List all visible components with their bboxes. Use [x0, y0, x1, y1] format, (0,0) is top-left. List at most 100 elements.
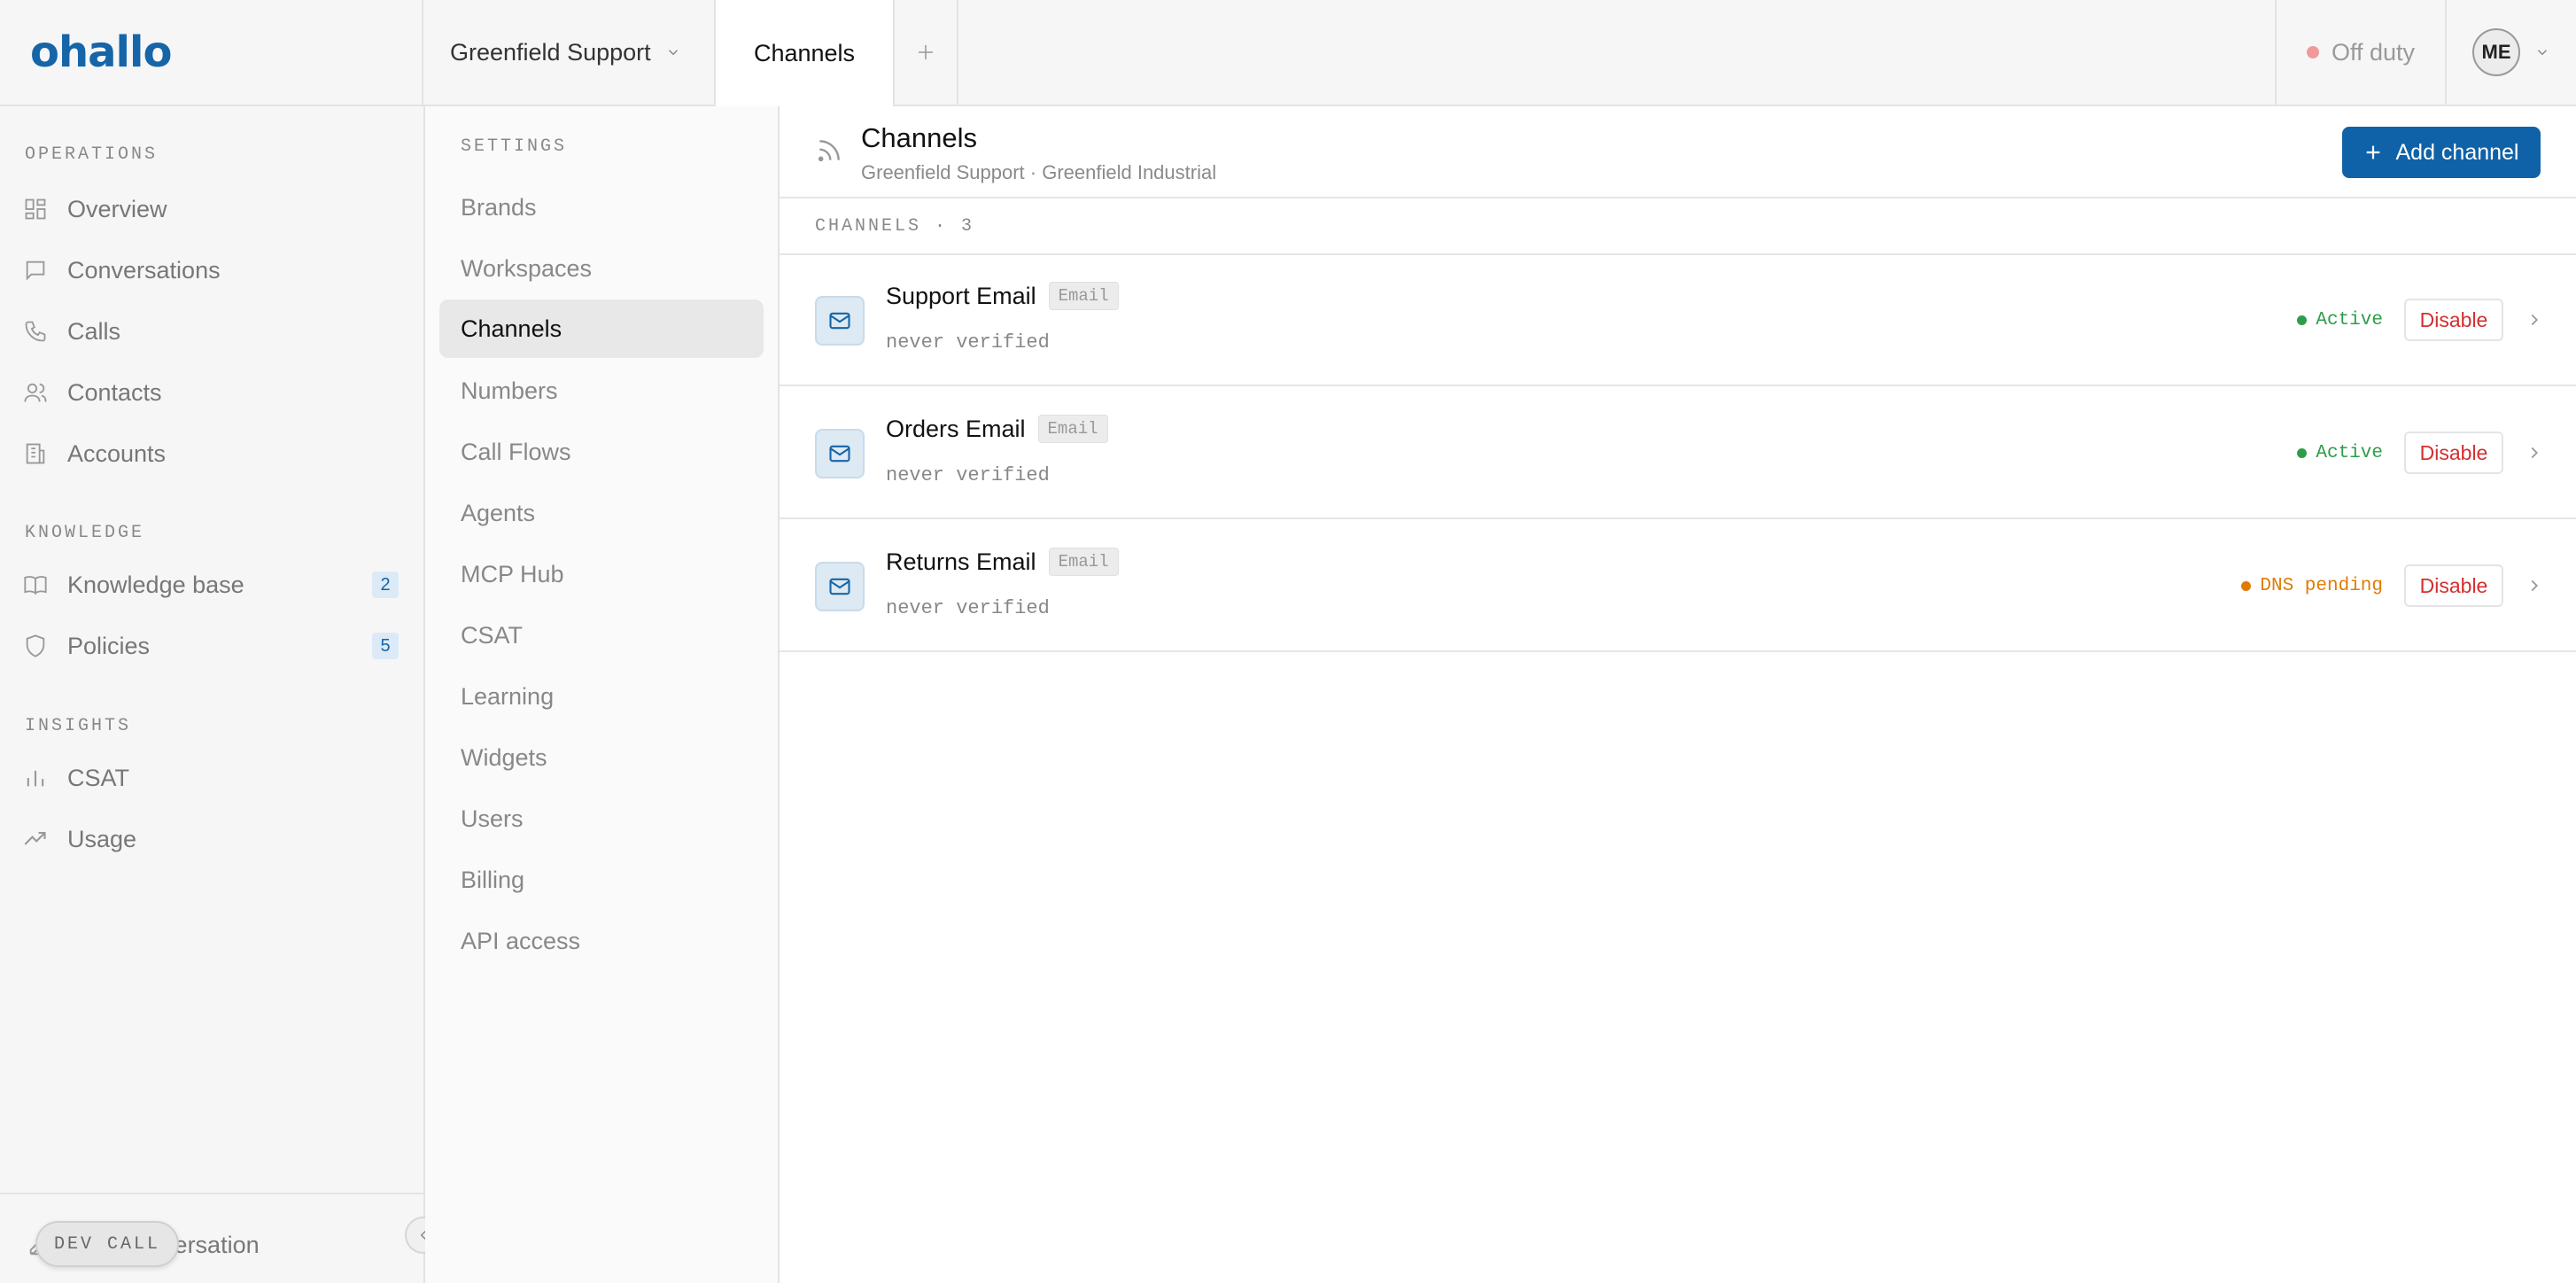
settings-item-agents[interactable]: Agents [439, 484, 764, 542]
row-actions: Active Disable [2297, 431, 2544, 475]
page-title: Channels [861, 122, 977, 153]
sidebar-item-calls[interactable]: Calls [23, 308, 399, 354]
mail-icon [815, 562, 865, 611]
settings-item-billing[interactable]: Billing [439, 851, 764, 909]
sidebar-footer: New conversation DEV CALL [0, 1193, 423, 1283]
sidebar-item-overview[interactable]: Overview [23, 186, 399, 232]
verification-status: never verified [886, 597, 1050, 619]
page-header: Channels Greenfield Support · Greenfield… [780, 106, 2576, 198]
workspace-selector[interactable]: Greenfield Support [423, 0, 716, 105]
chevron-down-icon [2537, 50, 2548, 56]
trend-icon [24, 831, 46, 845]
sidebar-item-label: Usage [67, 825, 137, 852]
status-label: DNS pending [2260, 575, 2383, 596]
settings-item-numbers[interactable]: Numbers [439, 362, 764, 420]
channel-name: Support Email [886, 282, 1036, 309]
logo-area: ohallo [0, 0, 423, 105]
sidebar-item-label: Conversations [67, 256, 221, 284]
top-bar-spacer [958, 0, 2275, 105]
building-icon [26, 443, 45, 464]
sidebar-item-label: Contacts [67, 378, 162, 406]
tab-label: Channels [753, 39, 856, 66]
status-label: Active [2316, 309, 2383, 330]
sidebar-item-knowledge-base[interactable]: Knowledge base 2 [23, 562, 399, 608]
chat-icon [26, 260, 45, 281]
row-actions: Active Disable [2297, 298, 2544, 342]
settings-item-call-flows[interactable]: Call Flows [439, 423, 764, 481]
settings-nav: SETTINGS Brands Workspaces Channels Numb… [425, 106, 780, 1283]
channel-row[interactable]: Support Email Email never verified Activ… [780, 255, 2576, 386]
disable-button[interactable]: Disable [2404, 564, 2503, 607]
settings-item-brands[interactable]: Brands [439, 178, 764, 237]
phone-icon [25, 321, 46, 342]
status-badge: Active [2297, 310, 2383, 330]
channel-type-tag: Email [1048, 282, 1119, 310]
section-label-operations: OPERATIONS [25, 144, 159, 165]
sidebar-item-conversations[interactable]: Conversations [23, 247, 399, 293]
row-actions: DNS pending Disable [2241, 564, 2544, 608]
section-label-insights: INSIGHTS [25, 716, 132, 736]
top-bar: ohallo Greenfield Support Channels Off d… [0, 0, 2576, 106]
app-logo[interactable]: ohallo [30, 27, 172, 77]
chevron-right-icon[interactable] [2525, 310, 2544, 330]
sidebar-item-label: Overview [67, 195, 167, 222]
settings-item-learning[interactable]: Learning [439, 667, 764, 726]
channel-name-group: Returns Email Email [886, 548, 1119, 576]
page-subtitle: Greenfield Support · Greenfield Industri… [861, 161, 1217, 183]
sidebar-item-policies[interactable]: Policies 5 [23, 623, 399, 669]
tab-channels[interactable]: Channels [716, 0, 895, 106]
channel-name-group: Support Email Email [886, 282, 1119, 310]
settings-item-csat[interactable]: CSAT [439, 606, 764, 665]
shield-icon [26, 634, 45, 657]
sidebar-item-contacts[interactable]: Contacts [23, 369, 399, 416]
sidebar-item-label: CSAT [67, 764, 130, 791]
channels-list-header: CHANNELS · 3 [780, 198, 2576, 255]
avatar: ME [2472, 28, 2520, 76]
duty-status-toggle[interactable]: Off duty [2275, 0, 2445, 105]
add-channel-label: Add channel [2395, 139, 2519, 165]
channel-row[interactable]: Returns Email Email never verified DNS p… [780, 521, 2576, 652]
disable-button[interactable]: Disable [2404, 299, 2503, 341]
dev-call-button[interactable]: DEV CALL [35, 1221, 179, 1267]
settings-item-workspaces[interactable]: Workspaces [439, 239, 764, 298]
mail-icon [815, 296, 865, 346]
settings-item-api-access[interactable]: API access [439, 912, 764, 970]
sidebar-item-accounts[interactable]: Accounts [23, 431, 399, 477]
plus-icon [2367, 145, 2380, 159]
chevron-right-icon[interactable] [2525, 443, 2544, 463]
status-label: Active [2316, 442, 2383, 463]
sidebar: OPERATIONS Overview Conversations Calls … [0, 106, 425, 1283]
channel-type-tag: Email [1037, 415, 1108, 443]
settings-item-widgets[interactable]: Widgets [439, 728, 764, 787]
sidebar-item-label: Policies [67, 632, 151, 659]
chevron-right-icon[interactable] [2525, 576, 2544, 595]
workspace-name: Greenfield Support [450, 38, 651, 66]
add-tab-button[interactable] [895, 0, 958, 105]
channel-name-group: Orders Email Email [886, 415, 1108, 443]
main-content: Channels Greenfield Support · Greenfield… [780, 106, 2576, 1283]
sidebar-item-csat[interactable]: CSAT [23, 755, 399, 801]
disable-button[interactable]: Disable [2404, 432, 2503, 474]
count-badge: 5 [372, 633, 399, 659]
channel-name: Returns Email [886, 548, 1036, 575]
sidebar-item-usage[interactable]: Usage [23, 816, 399, 862]
plus-icon [919, 45, 933, 59]
settings-item-mcp-hub[interactable]: MCP Hub [439, 545, 764, 603]
channel-row[interactable]: Orders Email Email never verified Active… [780, 388, 2576, 519]
duty-status-label: Off duty [2331, 38, 2416, 66]
book-icon [24, 576, 47, 595]
bar-chart-icon [27, 770, 44, 787]
settings-item-channels[interactable]: Channels [439, 299, 764, 358]
count-badge: 2 [372, 572, 399, 598]
users-icon [24, 383, 47, 402]
add-channel-button[interactable]: Add channel [2342, 127, 2541, 178]
section-label-knowledge: KNOWLEDGE [25, 523, 145, 543]
settings-item-users[interactable]: Users [439, 789, 764, 848]
feed-icon [818, 140, 840, 162]
status-badge: Active [2297, 443, 2383, 463]
grid-icon [25, 198, 46, 220]
user-menu[interactable]: ME [2445, 0, 2576, 105]
chevron-down-icon [668, 50, 678, 56]
channel-type-tag: Email [1048, 548, 1119, 576]
settings-section-label: SETTINGS [461, 136, 568, 157]
